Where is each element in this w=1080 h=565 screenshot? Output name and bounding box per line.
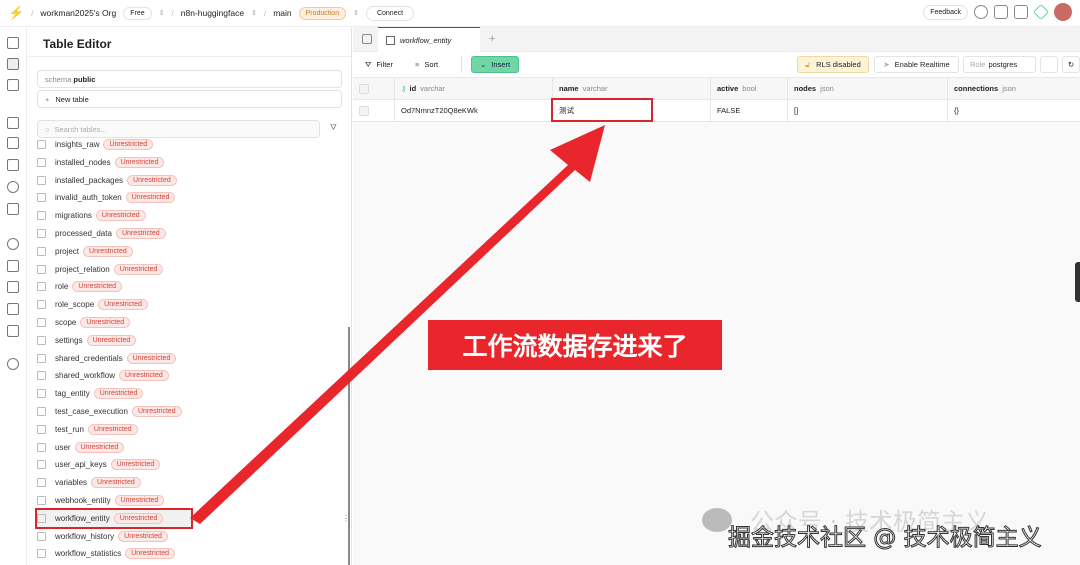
annotation-callout: 工作流数据存进来了	[428, 320, 722, 370]
annotation-arrow	[190, 125, 605, 524]
watermark-line2: 掘金技术社区 @ 技术极简主义	[728, 525, 1043, 552]
